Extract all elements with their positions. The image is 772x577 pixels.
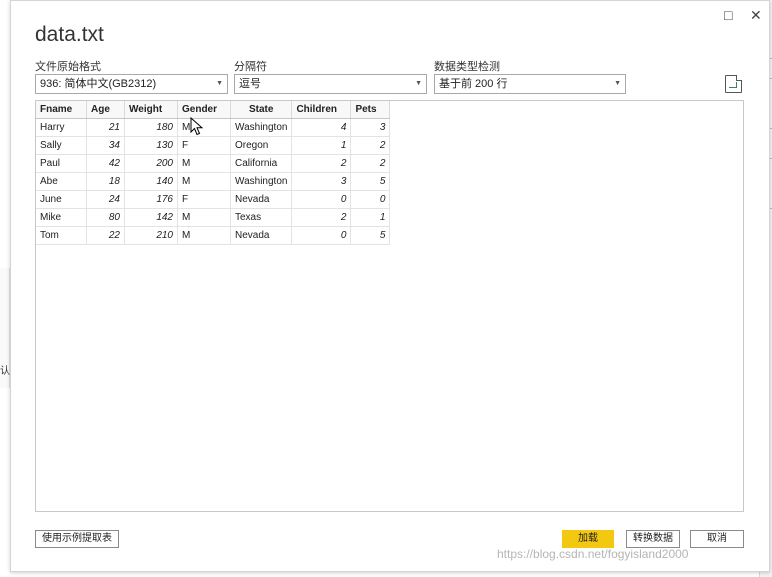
table-cell: Mike <box>36 208 87 227</box>
data-preview[interactable]: Fname Age Weight Gender State Children P… <box>35 100 744 512</box>
table-cell: Nevada <box>230 190 293 209</box>
table-cell: 180 <box>124 118 178 137</box>
table-cell: 34 <box>86 136 125 155</box>
table-row: Harry 21 180 M Washington 4 3 <box>36 118 391 137</box>
table-cell: 210 <box>124 226 178 245</box>
close-icon[interactable]: ✕ <box>750 7 762 24</box>
detection-select[interactable]: 基于前 200 行 ▼ <box>434 74 626 94</box>
chevron-down-icon: ▼ <box>614 80 621 87</box>
table-cell: Tom <box>36 226 87 245</box>
table-cell: Oregon <box>230 136 293 155</box>
table-cell: California <box>230 154 293 173</box>
delimiter-label: 分隔符 <box>234 61 267 73</box>
table-cell: 5 <box>350 226 391 245</box>
column-header[interactable]: Gender <box>177 101 231 119</box>
table-cell: M <box>177 118 231 137</box>
table-cell: Washington <box>230 172 293 191</box>
column-header[interactable]: Fname <box>36 101 87 119</box>
table-cell: 2 <box>350 136 391 155</box>
table-cell: Abe <box>36 172 87 191</box>
table-cell: 2 <box>291 208 352 227</box>
cancel-button[interactable]: 取消 <box>690 530 744 548</box>
table-cell: 176 <box>124 190 178 209</box>
chevron-down-icon: ▼ <box>216 80 223 87</box>
table-cell: 80 <box>86 208 125 227</box>
table-cell: 18 <box>86 172 125 191</box>
column-header[interactable]: Age <box>86 101 125 119</box>
encoding-value: 936: 简体中文(GB2312) <box>40 78 157 90</box>
delimiter-select[interactable]: 逗号 ▼ <box>234 74 427 94</box>
chevron-down-icon: ▼ <box>415 80 422 87</box>
import-dialog: □ ✕ data.txt 文件原始格式 936: 简体中文(GB2312) ▼ … <box>10 0 770 572</box>
table-cell: 140 <box>124 172 178 191</box>
table-cell: 1 <box>291 136 352 155</box>
column-header[interactable]: Weight <box>124 101 178 119</box>
table-cell: M <box>177 226 231 245</box>
table-cell: 142 <box>124 208 178 227</box>
table-cell: 0 <box>291 226 352 245</box>
table-cell: Paul <box>36 154 87 173</box>
table-cell: 5 <box>350 172 391 191</box>
table-cell: 1 <box>350 208 391 227</box>
mouse-pointer-icon <box>190 117 203 136</box>
table-cell: 42 <box>86 154 125 173</box>
table-cell: F <box>177 136 231 155</box>
table-cell: M <box>177 172 231 191</box>
table-cell: 2 <box>350 154 391 173</box>
table-cell: Nevada <box>230 226 293 245</box>
table-cell: 24 <box>86 190 125 209</box>
table-cell: 2 <box>291 154 352 173</box>
table-cell: 21 <box>86 118 125 137</box>
watermark: https://blog.csdn.net/fogyisland2000 <box>497 547 689 561</box>
table-row: Abe 18 140 M Washington 3 5 <box>36 172 391 191</box>
table-cell: M <box>177 208 231 227</box>
table-cell: F <box>177 190 231 209</box>
load-button[interactable]: 加载 <box>562 530 614 548</box>
background-glyph: 认 <box>0 366 10 377</box>
detection-value: 基于前 200 行 <box>439 78 508 90</box>
encoding-select[interactable]: 936: 简体中文(GB2312) ▼ <box>35 74 228 94</box>
column-header[interactable]: Pets <box>350 101 391 119</box>
table-row: Mike 80 142 M Texas 2 1 <box>36 208 391 227</box>
table-cell: 4 <box>291 118 352 137</box>
table-row: Paul 42 200 M California 2 2 <box>36 154 391 173</box>
table-row: Tom 22 210 M Nevada 0 5 <box>36 226 391 245</box>
table-cell: 0 <box>291 190 352 209</box>
table-cell: Washington <box>230 118 293 137</box>
file-refresh-icon[interactable] <box>725 75 742 93</box>
detection-label: 数据类型检测 <box>434 61 500 73</box>
table-row: June 24 176 F Nevada 0 0 <box>36 190 391 209</box>
table-cell: June <box>36 190 87 209</box>
maximize-icon[interactable]: □ <box>724 7 732 23</box>
table-cell: Harry <box>36 118 87 137</box>
preview-table: Fname Age Weight Gender State Children P… <box>36 101 391 245</box>
table-cell: 200 <box>124 154 178 173</box>
table-header-row: Fname Age Weight Gender State Children P… <box>36 101 391 119</box>
transform-data-button[interactable]: 转换数据 <box>626 530 680 548</box>
encoding-label: 文件原始格式 <box>35 61 101 73</box>
table-row: Sally 34 130 F Oregon 1 2 <box>36 136 391 155</box>
table-cell: 130 <box>124 136 178 155</box>
delimiter-value: 逗号 <box>239 78 261 90</box>
extract-table-button[interactable]: 使用示例提取表 <box>35 530 119 548</box>
table-cell: 3 <box>291 172 352 191</box>
table-cell: 3 <box>350 118 391 137</box>
table-cell: M <box>177 154 231 173</box>
table-cell: Sally <box>36 136 87 155</box>
column-header[interactable]: Children <box>291 101 352 119</box>
table-cell: Texas <box>230 208 293 227</box>
table-cell: 0 <box>350 190 391 209</box>
dialog-title: data.txt <box>35 23 104 46</box>
table-cell: 22 <box>86 226 125 245</box>
column-header[interactable]: State <box>230 101 293 119</box>
